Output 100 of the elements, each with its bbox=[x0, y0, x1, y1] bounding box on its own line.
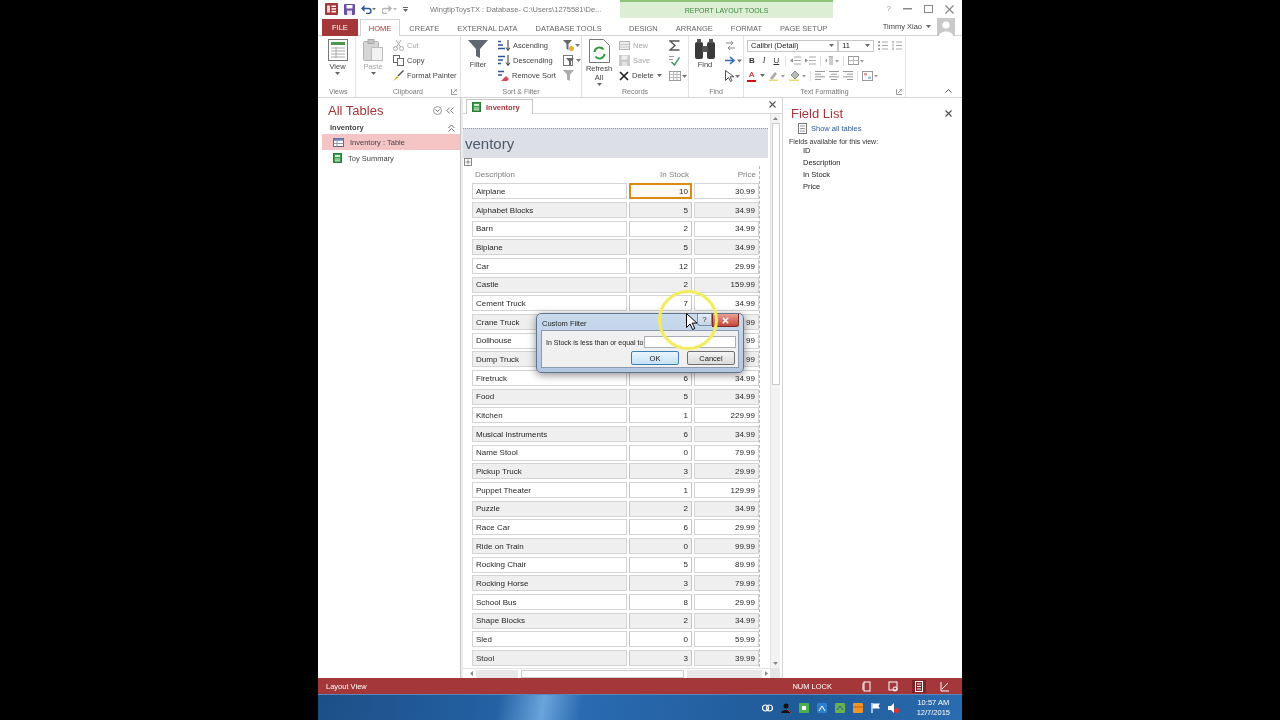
collapse-group-icon[interactable] bbox=[448, 123, 455, 132]
table-cell: 34.99 bbox=[694, 202, 759, 218]
bold-button[interactable]: B bbox=[747, 54, 757, 67]
table-cell: Barn bbox=[472, 220, 627, 237]
pointer-icon[interactable] bbox=[725, 69, 740, 82]
table-cell: 34.99 bbox=[694, 612, 759, 629]
table-cell: Car bbox=[472, 258, 627, 274]
table-cell: 59.99 bbox=[694, 631, 759, 648]
table-cell: 7 bbox=[629, 295, 692, 312]
chevron-tile-icon[interactable] bbox=[816, 702, 827, 713]
table-cell: 5 bbox=[629, 388, 692, 405]
funnel-dot-icon[interactable] bbox=[562, 40, 580, 51]
scrollbar-thumb[interactable] bbox=[521, 669, 684, 678]
sort-descending-icon bbox=[498, 55, 510, 66]
paint-bucket-icon[interactable] bbox=[789, 70, 807, 81]
gridlines-icon[interactable] bbox=[848, 56, 865, 65]
lined-page-icon[interactable] bbox=[912, 679, 926, 693]
column-header[interactable]: Price bbox=[734, 169, 759, 179]
numbered-list-icon[interactable] bbox=[892, 41, 902, 50]
table-cell: Puppet Theater bbox=[472, 482, 627, 499]
scroll-left-icon[interactable] bbox=[470, 671, 473, 676]
swap-arrows-icon[interactable] bbox=[725, 40, 736, 51]
undo-icon[interactable] bbox=[361, 4, 376, 14]
clipboard-icon bbox=[363, 39, 383, 61]
close-icon[interactable] bbox=[945, 109, 952, 117]
table-cell: Cement Truck bbox=[472, 295, 627, 312]
caret-icon bbox=[865, 44, 870, 47]
scroll-up-icon[interactable] bbox=[773, 117, 778, 120]
table-cell: Kitchen bbox=[472, 407, 627, 424]
spelling-icon[interactable] bbox=[668, 55, 680, 66]
help-button[interactable]: ? bbox=[697, 314, 712, 326]
scroll-down-icon[interactable] bbox=[773, 662, 778, 665]
box-icon[interactable] bbox=[852, 702, 863, 713]
caret-icon bbox=[760, 74, 766, 77]
pane-title: All Tables bbox=[328, 102, 384, 118]
table-cell: 0 bbox=[629, 538, 692, 555]
dialog-launcher-icon[interactable] bbox=[451, 88, 457, 95]
scroll-right-icon[interactable] bbox=[765, 671, 768, 676]
report-icon bbox=[472, 102, 481, 112]
collapse-ribbon-icon[interactable] bbox=[945, 89, 952, 93]
person-icon[interactable] bbox=[780, 702, 791, 713]
decrease-indent-icon[interactable] bbox=[790, 56, 802, 65]
grid-icon[interactable] bbox=[668, 70, 687, 81]
table-cell: 3 bbox=[629, 463, 692, 480]
customize-icon[interactable] bbox=[403, 6, 408, 12]
table-cell: Shape Blocks bbox=[472, 612, 627, 629]
minimize-icon[interactable] bbox=[903, 8, 912, 10]
table-cell: Castle bbox=[472, 276, 627, 293]
flag-icon[interactable] bbox=[870, 702, 880, 713]
layout-selector-icon[interactable] bbox=[464, 158, 472, 166]
set-square-icon[interactable] bbox=[938, 679, 952, 693]
table-cell: Food bbox=[472, 388, 627, 405]
report-icon bbox=[333, 153, 342, 163]
app-logo-icon[interactable] bbox=[325, 3, 338, 15]
close-icon[interactable] bbox=[769, 101, 776, 108]
horizontal-scrollbar[interactable] bbox=[463, 668, 770, 678]
collapse-pane-icon[interactable] bbox=[446, 106, 454, 114]
table-cell: 34.99 bbox=[694, 220, 759, 237]
redo-icon[interactable] bbox=[382, 4, 397, 14]
bullet-list-icon[interactable] bbox=[878, 41, 888, 50]
align-left-icon[interactable] bbox=[815, 71, 826, 80]
page-funnel-icon[interactable] bbox=[562, 55, 581, 66]
dropdown-icon[interactable] bbox=[433, 105, 442, 115]
cursor-highlight bbox=[658, 290, 718, 350]
paragraph-icon[interactable] bbox=[825, 56, 840, 65]
vertical-scrollbar[interactable] bbox=[770, 114, 780, 668]
copy-icon bbox=[393, 55, 404, 66]
table-cell: 10 bbox=[629, 183, 692, 200]
page-magnifier-icon[interactable] bbox=[886, 679, 900, 693]
underline-button[interactable]: U bbox=[771, 54, 782, 67]
shaded-cells-icon[interactable] bbox=[862, 70, 879, 81]
chevron-tile-icon[interactable] bbox=[834, 702, 845, 713]
column-header[interactable]: In Stock bbox=[657, 169, 692, 179]
page-icon bbox=[798, 123, 807, 134]
page-icon[interactable] bbox=[860, 679, 874, 693]
column-header[interactable]: Description bbox=[472, 169, 518, 179]
maximize-icon[interactable] bbox=[924, 5, 933, 13]
linked-rings-icon[interactable] bbox=[761, 703, 773, 712]
close-icon[interactable] bbox=[945, 4, 954, 14]
highlighter-icon[interactable] bbox=[769, 70, 786, 81]
increase-indent-icon[interactable] bbox=[805, 56, 817, 65]
speaker-icon[interactable] bbox=[887, 702, 899, 713]
datasheet-icon bbox=[327, 39, 348, 61]
pane-title: Field List bbox=[791, 105, 844, 121]
close-button[interactable] bbox=[712, 314, 739, 327]
sigma-icon[interactable] bbox=[668, 40, 680, 51]
save-icon[interactable] bbox=[344, 3, 355, 15]
table-cell: 29.99 bbox=[694, 519, 759, 536]
font-color-button[interactable]: A bbox=[747, 69, 757, 82]
delete-icon bbox=[619, 70, 629, 81]
table-cell: 79.99 bbox=[694, 444, 759, 461]
italic-button[interactable]: I bbox=[760, 54, 768, 67]
table-cell: 6 bbox=[629, 426, 692, 443]
scrollbar-thumb[interactable] bbox=[771, 123, 780, 385]
tile-icon[interactable] bbox=[798, 702, 809, 713]
table-cell: 89.99 bbox=[694, 556, 759, 573]
align-right-icon[interactable] bbox=[843, 71, 854, 80]
arrow-right-icon[interactable] bbox=[725, 56, 742, 65]
align-center-icon[interactable] bbox=[829, 71, 840, 80]
dialog-launcher-icon[interactable] bbox=[896, 88, 902, 95]
